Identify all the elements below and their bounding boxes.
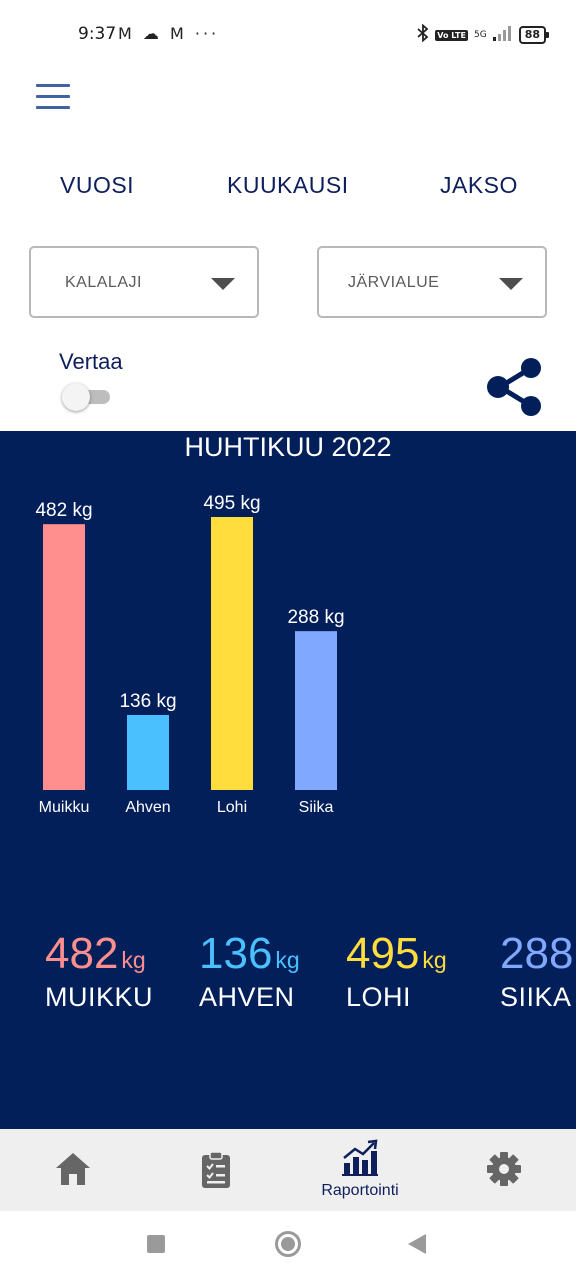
bar-value-label: 495 kg [203,493,260,514]
bar-value-label: 136 kg [119,691,176,712]
summary-value: 482 [45,929,119,978]
nav-reporting[interactable]: Raportointi [300,1129,420,1211]
chevron-down-icon [211,278,235,290]
bar-siika [295,631,337,790]
recents-button[interactable] [147,1235,165,1253]
home-icon [54,1151,92,1192]
bar-value-label: 482 kg [35,500,92,521]
species-dropdown[interactable]: KALALAJI [29,246,259,318]
summary-name: AHVEN [199,982,295,1012]
catch-bar-chart: 482 kg Muikku 136 kg Ahven 495 kg Lohi 288 kg S… [35,493,344,816]
summary-muikku: 482 kg MUIKKU [45,930,153,1013]
battery-icon: 88 [518,26,550,44]
hamburger-menu-icon[interactable] [36,84,70,110]
volte-icon: Vo LTE [435,29,468,41]
tab-year[interactable]: VUOSI [60,172,134,199]
clipboard-check-icon [201,1151,231,1194]
lake-area-dropdown-label: JÄRVIALUE [348,274,440,291]
lake-area-dropdown[interactable]: JÄRVIALUE [317,246,547,318]
summary-ahven: 136 kg AHVEN [199,930,300,1013]
species-dropdown-label: KALALAJI [65,274,142,291]
bar-muikku [43,524,85,790]
gear-icon [486,1151,522,1192]
network-label: 5G [473,30,487,40]
system-navigation [0,1211,576,1280]
summary-value: 495 [346,929,420,978]
summary-value: 136 [199,929,273,978]
bar-lohi [211,517,253,790]
system-home-button[interactable] [275,1231,301,1257]
status-time: 9:37 [78,24,117,44]
compare-label: Vertaa [59,349,123,374]
category-label: Ahven [125,799,170,816]
tab-period[interactable]: JAKSO [440,172,518,199]
summary-siika: 288 SIIKA [500,930,576,1013]
category-label: Muikku [39,799,90,816]
summary-unit: kg [275,947,300,973]
toggle-knob [62,383,90,411]
share-icon[interactable] [486,356,544,418]
chevron-down-icon [499,278,523,290]
nav-settings[interactable] [474,1129,534,1211]
status-right-icons: Vo LTE 5G 88 [417,23,550,46]
summary-unit: kg [121,947,146,973]
summary-value: 288 [500,929,574,978]
tab-month[interactable]: KUUKAUSI [227,172,349,199]
nav-catch-log[interactable] [186,1129,246,1211]
notification-icons: M ☁ M ··· [118,24,220,43]
back-button[interactable] [408,1234,426,1254]
signal-icon [492,25,513,45]
nav-home[interactable] [44,1129,102,1211]
summary-name: LOHI [346,982,412,1012]
nav-reporting-label: Raportointi [321,1182,399,1199]
summary-unit: kg [422,947,447,973]
status-bar: 9:37 M ☁ M ··· Vo LTE 5G 88 [0,0,576,72]
bar-chart-icon [341,1139,379,1182]
compare-toggle[interactable] [62,382,112,411]
summary-name: SIIKA [500,982,572,1012]
summary-name: MUIKKU [45,982,154,1012]
bar-value-label: 288 kg [287,607,344,628]
bottom-navigation: Raportointi [0,1129,576,1211]
summary-lohi: 495 kg LOHI [346,930,447,1013]
category-label: Lohi [217,799,247,816]
bluetooth-icon [417,23,429,46]
bar-ahven [127,714,169,790]
category-label: Siika [299,799,334,816]
